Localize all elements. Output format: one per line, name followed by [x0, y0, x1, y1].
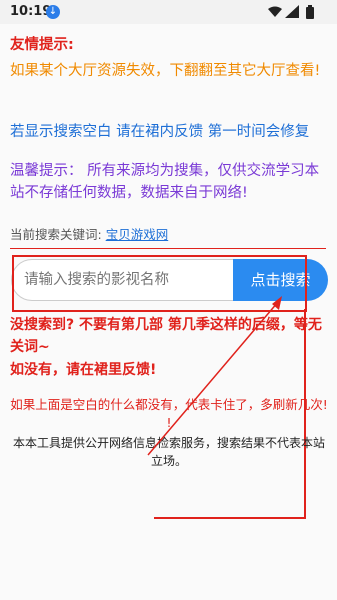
notice-line-warm-tip: 温馨提示： 所有来源均为搜集，仅供交流学习本站不存储任何数据，数据来自于网络! [10, 163, 320, 201]
annotation-arrow [147, 296, 282, 456]
divider [10, 248, 326, 249]
notice-line-feedback: 若显示搜索空白 请在裙内反馈 第一时间会修复 [10, 124, 310, 140]
keyword-label: 当前搜索关键词: [10, 227, 106, 242]
signal-icon [285, 5, 299, 18]
wifi-icon [268, 6, 282, 17]
notice-title: 友情提示: [10, 37, 74, 53]
download-icon: ↓ [46, 5, 60, 19]
current-keyword: 当前搜索关键词: 宝贝游戏网 [10, 224, 328, 246]
keyword-link[interactable]: 宝贝游戏网 [106, 227, 169, 242]
status-bar: 10:19 ↓ [0, 0, 337, 24]
notice-line-resource: 如果某个大厅资源失效，下翻翻至其它大厅查看! [10, 63, 321, 79]
battery-icon [306, 5, 314, 19]
